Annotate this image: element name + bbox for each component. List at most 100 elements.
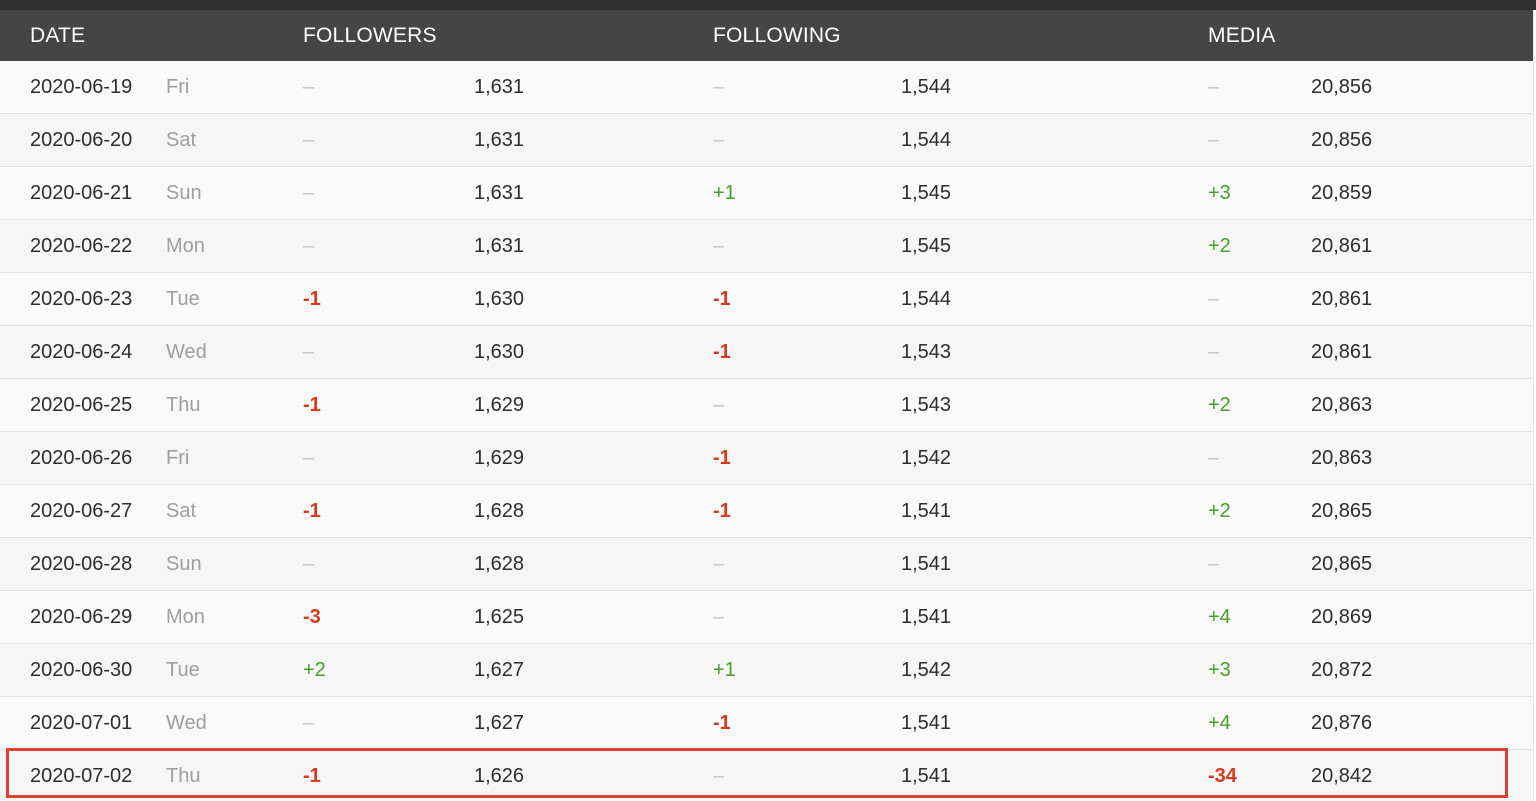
- following-delta-cell: –: [713, 61, 901, 114]
- header-media: MEDIA: [1208, 10, 1533, 61]
- followers-count-cell: 1,631: [474, 166, 713, 220]
- following-delta-cell: -1: [713, 272, 901, 326]
- followers-count-cell: 1,631: [474, 113, 713, 167]
- date-cell: 2020-07-02: [0, 749, 166, 801]
- media-delta-cell: –: [1208, 113, 1311, 167]
- date-cell: 2020-06-22: [0, 219, 166, 273]
- media-count-cell: 20,861: [1311, 325, 1533, 379]
- followers-count-cell: 1,629: [474, 378, 713, 432]
- table-row: 2020-06-30 Tue +2 1,627 +1 1,542 +3 20,872: [0, 643, 1533, 697]
- media-count-cell: 20,876: [1311, 696, 1533, 750]
- media-delta-cell: +4: [1208, 590, 1311, 644]
- following-count-cell: 1,543: [901, 378, 1208, 432]
- date-cell: 2020-06-27: [0, 484, 166, 538]
- followers-count-cell: 1,626: [474, 749, 713, 801]
- media-delta-cell: +2: [1208, 378, 1311, 432]
- media-count-cell: 20,863: [1311, 378, 1533, 432]
- table-body: 2020-06-19 Fri –1,631–1,544–20,856 2020-06-…: [0, 61, 1533, 801]
- table-row: 2020-06-19 Fri –1,631–1,544–20,856: [0, 61, 1533, 114]
- media-delta-cell: +2: [1208, 484, 1311, 538]
- followers-count-cell: 1,631: [474, 219, 713, 273]
- table-row: 2020-06-26 Fri –1,629 -1 1,542–20,863: [0, 431, 1533, 485]
- media-count-cell: 20,842: [1311, 749, 1533, 801]
- following-count-cell: 1,545: [901, 219, 1208, 273]
- following-delta-cell: –: [713, 219, 901, 273]
- weekday-cell: Mon: [166, 219, 303, 273]
- followers-count-cell: 1,628: [474, 537, 713, 591]
- following-delta-cell: –: [713, 590, 901, 644]
- following-count-cell: 1,541: [901, 590, 1208, 644]
- following-count-cell: 1,543: [901, 325, 1208, 379]
- stats-page: DATE FOLLOWERS FOLLOWING MEDIA 2020-06-1…: [0, 0, 1536, 801]
- weekday-cell: Tue: [166, 272, 303, 326]
- followers-delta-cell: –: [303, 696, 474, 750]
- following-delta-cell: -1: [713, 431, 901, 485]
- followers-count-cell: 1,630: [474, 325, 713, 379]
- following-count-cell: 1,541: [901, 537, 1208, 591]
- following-count-cell: 1,544: [901, 113, 1208, 167]
- following-delta-cell: –: [713, 749, 901, 801]
- weekday-cell: Fri: [166, 61, 303, 114]
- following-count-cell: 1,544: [901, 272, 1208, 326]
- media-delta-cell: +3: [1208, 643, 1311, 697]
- following-delta-cell: -1: [713, 325, 901, 379]
- media-count-cell: 20,861: [1311, 219, 1533, 273]
- media-delta-cell: –: [1208, 61, 1311, 114]
- stats-table: DATE FOLLOWERS FOLLOWING MEDIA 2020-06-1…: [0, 10, 1533, 801]
- table-row: 2020-07-02 Thu -1 1,626–1,541 -34 20,842: [0, 749, 1533, 801]
- followers-delta-cell: -1: [303, 378, 474, 432]
- followers-count-cell: 1,631: [474, 61, 713, 114]
- followers-delta-cell: –: [303, 166, 474, 220]
- table-row: 2020-06-28 Sun –1,628–1,541–20,865: [0, 537, 1533, 591]
- date-cell: 2020-06-19: [0, 61, 166, 114]
- following-count-cell: 1,544: [901, 61, 1208, 114]
- media-delta-cell: –: [1208, 431, 1311, 485]
- media-delta-cell: +2: [1208, 219, 1311, 273]
- followers-delta-cell: –: [303, 219, 474, 273]
- followers-count-cell: 1,627: [474, 696, 713, 750]
- table-row: 2020-06-24 Wed –1,630 -1 1,543–20,861: [0, 325, 1533, 379]
- following-count-cell: 1,542: [901, 643, 1208, 697]
- top-bar: [0, 0, 1536, 10]
- weekday-cell: Mon: [166, 590, 303, 644]
- following-delta-cell: -1: [713, 484, 901, 538]
- following-delta-cell: +1: [713, 166, 901, 220]
- media-count-cell: 20,869: [1311, 590, 1533, 644]
- weekday-cell: Tue: [166, 643, 303, 697]
- followers-count-cell: 1,630: [474, 272, 713, 326]
- media-count-cell: 20,859: [1311, 166, 1533, 220]
- followers-count-cell: 1,628: [474, 484, 713, 538]
- followers-delta-cell: –: [303, 61, 474, 114]
- table-row: 2020-06-23 Tue -1 1,630 -1 1,544–20,861: [0, 272, 1533, 326]
- followers-count-cell: 1,629: [474, 431, 713, 485]
- date-cell: 2020-06-28: [0, 537, 166, 591]
- followers-count-cell: 1,625: [474, 590, 713, 644]
- following-count-cell: 1,541: [901, 484, 1208, 538]
- followers-delta-cell: -1: [303, 484, 474, 538]
- table-header: DATE FOLLOWERS FOLLOWING MEDIA: [0, 10, 1533, 61]
- following-count-cell: 1,545: [901, 166, 1208, 220]
- table-row: 2020-06-27 Sat -1 1,628 -1 1,541 +2 20,865: [0, 484, 1533, 538]
- date-cell: 2020-06-21: [0, 166, 166, 220]
- following-count-cell: 1,542: [901, 431, 1208, 485]
- table-row: 2020-06-20 Sat –1,631–1,544–20,856: [0, 113, 1533, 167]
- following-delta-cell: -1: [713, 696, 901, 750]
- followers-delta-cell: –: [303, 537, 474, 591]
- weekday-cell: Sat: [166, 484, 303, 538]
- table-row: 2020-06-25 Thu -1 1,629–1,543 +2 20,863: [0, 378, 1533, 432]
- date-cell: 2020-06-30: [0, 643, 166, 697]
- media-count-cell: 20,861: [1311, 272, 1533, 326]
- media-delta-cell: +4: [1208, 696, 1311, 750]
- header-row: DATE FOLLOWERS FOLLOWING MEDIA: [0, 10, 1533, 61]
- table-row: 2020-06-22 Mon –1,631–1,545 +2 20,861: [0, 219, 1533, 273]
- media-count-cell: 20,872: [1311, 643, 1533, 697]
- date-cell: 2020-06-29: [0, 590, 166, 644]
- weekday-cell: Sat: [166, 113, 303, 167]
- media-delta-cell: +3: [1208, 166, 1311, 220]
- table-row: 2020-07-01 Wed –1,627 -1 1,541 +4 20,876: [0, 696, 1533, 750]
- weekday-cell: Sun: [166, 537, 303, 591]
- media-count-cell: 20,856: [1311, 113, 1533, 167]
- table-row: 2020-06-29 Mon -3 1,625–1,541 +4 20,869: [0, 590, 1533, 644]
- following-count-cell: 1,541: [901, 696, 1208, 750]
- table-row: 2020-06-21 Sun –1,631 +1 1,545 +3 20,859: [0, 166, 1533, 220]
